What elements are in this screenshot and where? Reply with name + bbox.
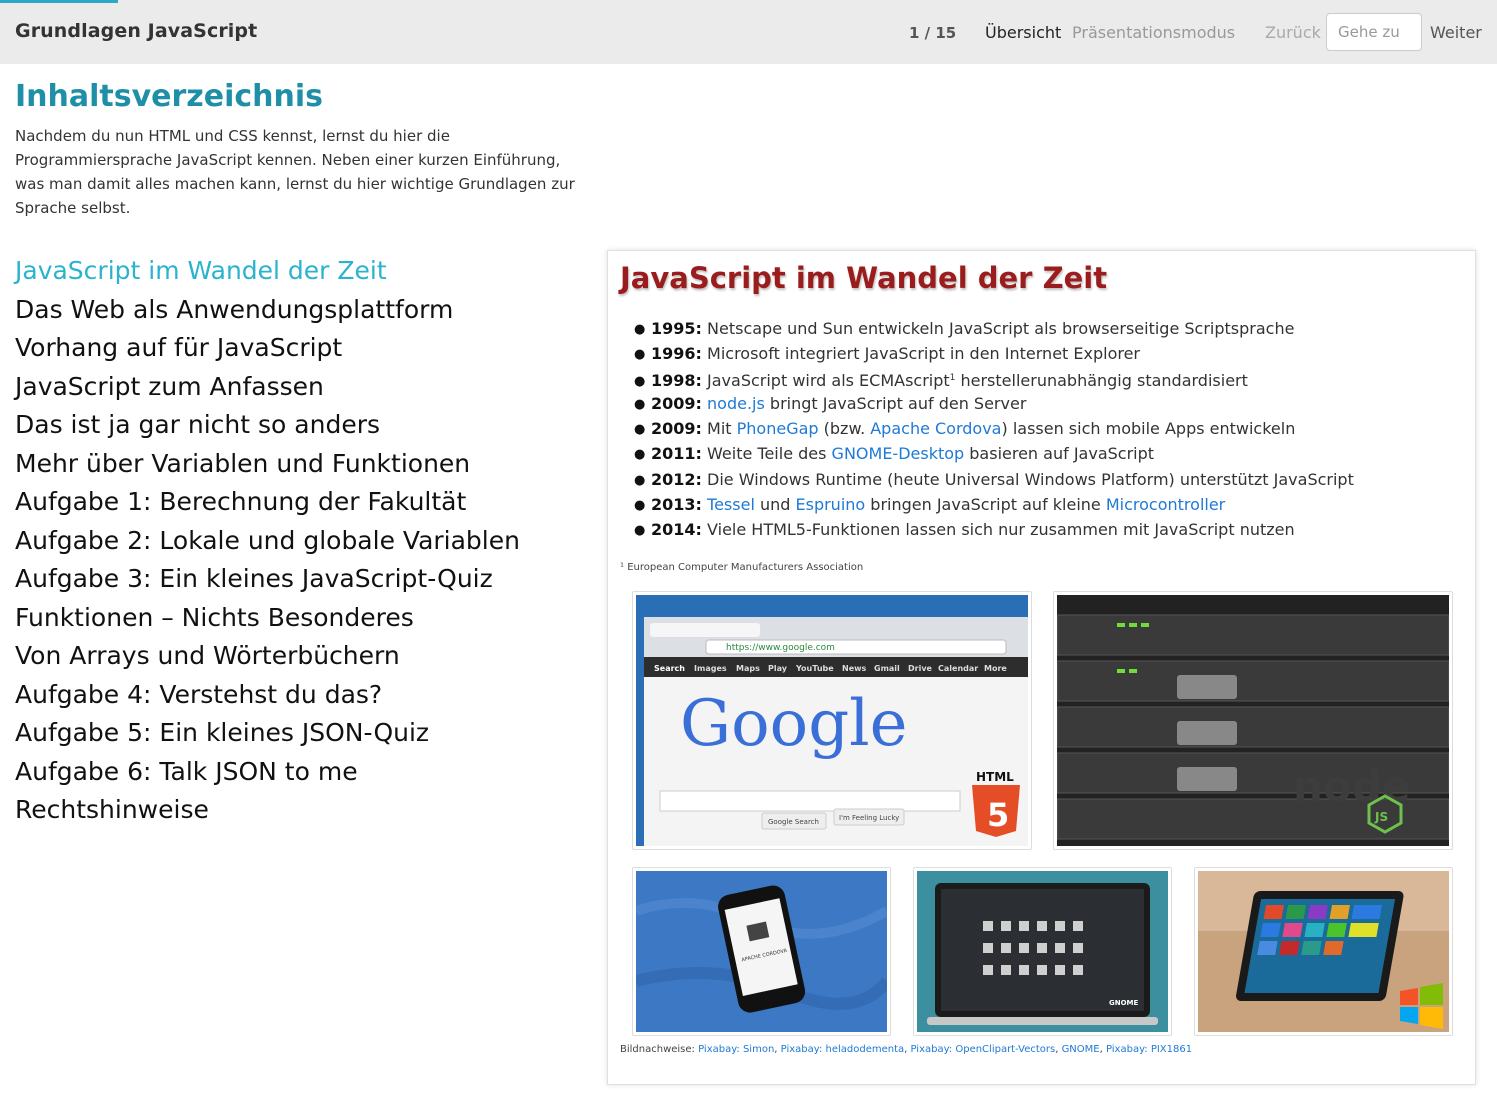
phonegap-link[interactable]: PhoneGap [737, 419, 819, 438]
cordova-phone-image: APACHE CORDOVA [632, 867, 891, 1036]
slide-preview[interactable]: JavaScript im Wandel der Zeit ● 1995: Net… [607, 250, 1476, 1085]
svg-text:HTML: HTML [976, 770, 1014, 784]
node-logo: node [1293, 762, 1410, 811]
svg-text:More: More [984, 664, 1007, 673]
timeline-item: ● 2009: node.js bringt JavaScript auf den… [634, 394, 1027, 414]
svg-text:Search: Search [654, 664, 685, 673]
svg-text:News: News [842, 664, 867, 673]
nodejs-link[interactable]: node.js [707, 394, 765, 413]
timeline-list: ● 1995: Netscape und Sun entwickeln JavaS… [634, 316, 1354, 542]
overview-link[interactable]: Übersicht [985, 23, 1061, 42]
google-logo: Google [680, 687, 908, 761]
timeline-item: ● 2014: Viele HTML5-Funktionen lassen sic… [634, 519, 1295, 539]
toc-item[interactable]: Rechtshinweise [15, 791, 520, 830]
gnome-laptop-image: GNOME [913, 867, 1172, 1036]
toc-item[interactable]: Aufgabe 2: Lokale und globale Variablen [15, 522, 520, 561]
credit-link[interactable]: Pixabay: PIX1861 [1106, 1044, 1192, 1055]
timeline-item: ● 1995: Netscape und Sun entwickeln JavaS… [634, 319, 1295, 338]
svg-text:Calendar: Calendar [938, 664, 978, 673]
toc-item[interactable]: JavaScript zum Anfassen [15, 368, 520, 407]
toc-item[interactable]: Aufgabe 5: Ein kleines JSON-Quiz [15, 714, 520, 753]
svg-text:Drive: Drive [908, 664, 933, 673]
toc-item[interactable]: Aufgabe 6: Talk JSON to me [15, 753, 520, 792]
page-counter: 1 / 15 [909, 24, 957, 42]
app-title: Grundlagen JavaScript [15, 20, 258, 42]
svg-text:Images: Images [694, 664, 727, 673]
credit-link[interactable]: Pixabay: heladodementa [781, 1044, 905, 1055]
svg-text:GNOME: GNOME [1109, 999, 1139, 1007]
credit-link[interactable]: Pixabay: OpenClipart-Vectors [911, 1044, 1056, 1055]
google-browser-image: https://www.google.com Search Images Map… [632, 591, 1032, 850]
timeline-item: ● 2009: Mit PhoneGap (bzw. Apache Cordova… [634, 419, 1296, 439]
toc-list: JavaScript im Wandel der Zeit Das Web al… [15, 252, 520, 830]
server-rack-image: node JS [1053, 591, 1453, 850]
svg-text:https://www.google.com: https://www.google.com [726, 643, 835, 653]
cordova-link[interactable]: Apache Cordova [870, 419, 1001, 438]
timeline-item: ● 2011: Weite Teile des GNOME-Desktop bas… [634, 444, 1155, 464]
timeline-item: ● 2012: Die Windows Runtime (heute Univer… [634, 469, 1354, 489]
svg-text:Maps: Maps [736, 664, 760, 673]
footnote: ¹ European Computer Manufacturers Associ… [620, 562, 864, 573]
credit-link[interactable]: Pixabay: Simon [698, 1044, 774, 1055]
microcontroller-link[interactable]: Microcontroller [1106, 495, 1225, 514]
presentation-mode-link[interactable]: Präsentationsmodus [1072, 23, 1235, 42]
toc-item[interactable]: Das ist ja gar nicht so anders [15, 406, 520, 445]
svg-text:Google Search: Google Search [768, 818, 819, 826]
timeline-item: ● 2013: Tessel und Espruino bringen JavaS… [634, 494, 1226, 514]
top-bar: Grundlagen JavaScript 1 / 15 Übersicht P… [0, 0, 1497, 64]
progress-bar [0, 0, 118, 3]
toc-item[interactable]: Von Arrays und Wörterbüchern [15, 637, 520, 676]
slide-title: JavaScript im Wandel der Zeit [620, 261, 1108, 295]
intro-text: Nachdem du nun HTML und CSS kennst, lern… [15, 127, 575, 217]
tessel-link[interactable]: Tessel [707, 495, 755, 514]
svg-text:YouTube: YouTube [795, 664, 834, 673]
image-credits: Bildnachweise: Pixabay: Simon, Pixabay: … [620, 1044, 1193, 1055]
espruino-link[interactable]: Espruino [796, 495, 866, 514]
goto-page-input[interactable] [1326, 13, 1422, 51]
toc-item[interactable]: Aufgabe 3: Ein kleines JavaScript-Quiz [15, 560, 520, 599]
toc-item[interactable]: Aufgabe 1: Berechnung der Fakultät [15, 483, 520, 522]
svg-text:I'm Feeling Lucky: I'm Feeling Lucky [839, 814, 899, 822]
credit-link[interactable]: GNOME [1062, 1044, 1100, 1055]
toc-item[interactable]: Das Web als Anwendungsplattform [15, 291, 520, 330]
toc-item[interactable]: Mehr über Variablen und Funktionen [15, 445, 520, 484]
svg-text:JS: JS [1374, 810, 1388, 824]
svg-text:5: 5 [987, 796, 1009, 834]
svg-text:Play: Play [768, 664, 788, 673]
timeline-item: ● 1998: JavaScript wird als ECMAscript1 h… [634, 371, 1248, 391]
timeline-item: ● 1996: Microsoft integriert JavaScript i… [634, 344, 1141, 364]
html5-icon: HTML 5 [972, 770, 1020, 837]
toc-item[interactable]: Funktionen – Nichts Besonderes [15, 599, 520, 638]
svg-text:Gmail: Gmail [874, 664, 900, 673]
toc-item[interactable]: JavaScript im Wandel der Zeit [15, 252, 520, 291]
next-button[interactable]: Weiter [1430, 23, 1482, 42]
toc-item[interactable]: Aufgabe 4: Verstehst du das? [15, 676, 520, 715]
toc-heading: Inhaltsverzeichnis [15, 79, 324, 114]
windows-tablet-image [1194, 867, 1453, 1036]
gnome-link[interactable]: GNOME-Desktop [832, 444, 965, 463]
back-button[interactable]: Zurück [1265, 23, 1321, 42]
toc-item[interactable]: Vorhang auf für JavaScript [15, 329, 520, 368]
